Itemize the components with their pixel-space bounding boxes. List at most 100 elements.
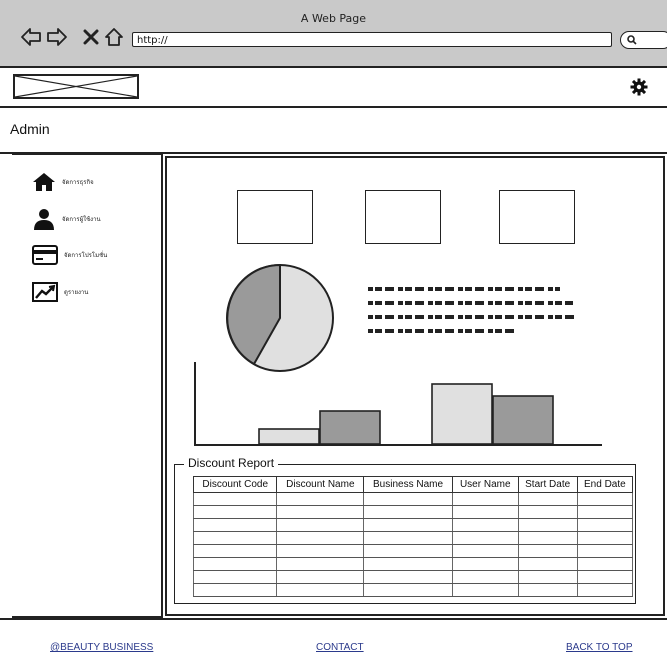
table-cell — [192, 570, 278, 584]
table-row[interactable] — [192, 518, 634, 532]
table-cell — [451, 544, 519, 558]
table-cell — [192, 492, 278, 506]
sidebar-item-label: ดูรายงาน — [64, 289, 89, 296]
search-icon — [627, 35, 637, 45]
table-cell — [451, 492, 519, 506]
table-cell — [363, 505, 453, 519]
table-cell — [363, 583, 453, 597]
table-cell — [276, 570, 365, 584]
table-cell — [576, 544, 634, 558]
bar-chart — [194, 362, 602, 446]
bar — [319, 410, 381, 445]
sidebar-item-label: จัดการโปรโมชั่น — [64, 252, 108, 259]
column-header[interactable]: Discount Name — [276, 476, 365, 493]
table-cell — [276, 557, 365, 571]
table-cell — [276, 505, 365, 519]
summary-card — [365, 190, 441, 244]
column-header[interactable]: End Date — [576, 476, 634, 493]
bar — [258, 428, 320, 445]
table-cell — [192, 505, 278, 519]
discount-report-table: Discount Code Discount Name Business Nam… — [192, 476, 634, 597]
browser-search-field[interactable] — [620, 31, 667, 49]
home-page-icon[interactable] — [103, 26, 125, 48]
table-cell — [363, 531, 453, 545]
table-cell — [276, 492, 365, 506]
table-cell — [576, 570, 634, 584]
bar — [492, 395, 554, 445]
table-cell — [517, 531, 578, 545]
pie-chart — [226, 263, 334, 372]
report-title: Discount Report — [184, 456, 279, 470]
table-cell — [576, 505, 634, 519]
column-header[interactable]: Discount Code — [192, 476, 278, 493]
sidebar-item-reports[interactable]: ดูรายงาน — [32, 282, 88, 302]
table-cell — [576, 518, 634, 532]
sidebar-item-label: จัดการผู้ใช้งาน — [62, 216, 101, 223]
window-title: A Web Page — [300, 12, 367, 25]
column-header[interactable]: Start Date — [517, 476, 578, 493]
table-cell — [276, 518, 365, 532]
table-cell — [576, 531, 634, 545]
sidebar-item-users[interactable]: จัดการผู้ใช้งาน — [32, 208, 101, 230]
back-arrow-icon[interactable] — [20, 26, 42, 48]
table-cell — [192, 557, 278, 571]
table-cell — [576, 492, 634, 506]
summary-card — [237, 190, 313, 244]
table-cell — [276, 583, 365, 597]
table-cell — [363, 492, 453, 506]
placeholder-text-block — [368, 287, 578, 343]
table-cell — [451, 557, 519, 571]
table-cell — [451, 531, 519, 545]
table-row[interactable] — [192, 531, 634, 545]
table-cell — [192, 583, 278, 597]
table-cell — [517, 557, 578, 571]
table-cell — [517, 518, 578, 532]
gear-icon[interactable] — [630, 78, 648, 96]
home-icon — [33, 173, 55, 191]
summary-card — [499, 190, 575, 244]
table-cell — [276, 544, 365, 558]
table-cell — [363, 570, 453, 584]
table-cell — [363, 518, 453, 532]
credit-card-icon — [32, 245, 58, 265]
table-cell — [517, 544, 578, 558]
stop-icon[interactable] — [80, 26, 102, 48]
table-cell — [363, 557, 453, 571]
table-row[interactable] — [192, 505, 634, 519]
table-cell — [451, 518, 519, 532]
sidebar-item-label: จัดการธุรกิจ — [62, 179, 94, 186]
sidebar-item-business[interactable]: จัดการธุรกิจ — [32, 172, 94, 192]
table-header-row: Discount Code Discount Name Business Nam… — [192, 476, 634, 493]
table-cell — [517, 570, 578, 584]
table-row[interactable] — [192, 583, 634, 597]
user-icon — [34, 209, 54, 230]
table-cell — [451, 570, 519, 584]
page-title: Admin — [10, 121, 50, 137]
bar — [431, 383, 493, 445]
forward-arrow-icon[interactable] — [46, 26, 68, 48]
table-cell — [517, 583, 578, 597]
column-header[interactable]: Business Name — [363, 476, 453, 493]
sidebar-item-promotions[interactable]: จัดการโปรโมชั่น — [32, 245, 107, 265]
table-cell — [451, 505, 519, 519]
table-row[interactable] — [192, 492, 634, 506]
admin-bar — [0, 106, 667, 154]
table-cell — [451, 583, 519, 597]
column-header[interactable]: User Name — [451, 476, 519, 493]
table-cell — [192, 531, 278, 545]
back-to-top-link[interactable]: BACK TO TOP — [566, 642, 633, 653]
table-cell — [363, 544, 453, 558]
logo-placeholder — [13, 74, 139, 99]
table-cell — [576, 583, 634, 597]
table-cell — [192, 544, 278, 558]
table-row[interactable] — [192, 544, 634, 558]
trend-chart-icon — [32, 282, 58, 302]
footer-brand-link[interactable]: @BEAUTY BUSINESS — [50, 642, 153, 653]
table-cell — [517, 492, 578, 506]
table-row[interactable] — [192, 557, 634, 571]
contact-link[interactable]: CONTACT — [316, 642, 364, 653]
table-row[interactable] — [192, 570, 634, 584]
table-cell — [576, 557, 634, 571]
table-cell — [517, 505, 578, 519]
url-bar[interactable]: http:// — [132, 32, 612, 47]
